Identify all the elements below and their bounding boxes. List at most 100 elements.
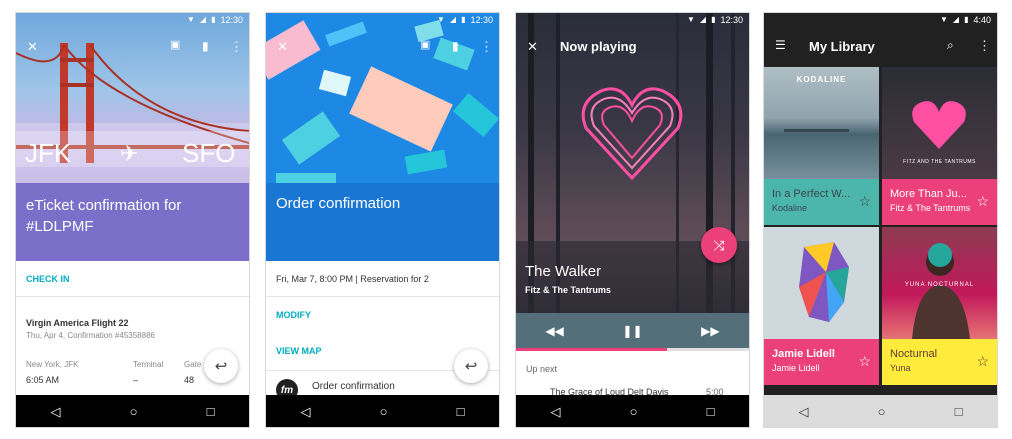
album-meta: In a Perfect W... Kodaline ☆	[764, 179, 879, 225]
back-icon[interactable]: ◁	[551, 405, 561, 418]
archive-icon[interactable]: ▣	[170, 40, 180, 51]
cover-text: FITZ AND THE TANTRUMS	[903, 159, 976, 165]
close-icon[interactable]: ✕	[27, 40, 38, 53]
battery-icon: ▮	[211, 15, 216, 24]
title-panel: eTicket confirmation for #LDLPMF	[16, 183, 249, 261]
check-in-button[interactable]: CHECK IN	[26, 274, 70, 284]
album-meta: Jamie Lidell Jamie Lidell ☆	[764, 339, 879, 385]
album-tile[interactable]: YUNA NOCTURNAL Nocturnal Yuna ☆	[882, 227, 997, 385]
phone-now-playing: ▼ ◢ ▮ 12:30 ✕ Now playing The Walker Fit…	[516, 13, 749, 427]
polygon-head-art	[799, 242, 849, 322]
recents-icon[interactable]: □	[707, 405, 715, 418]
nav-bar: ◁ ○ □	[516, 395, 749, 427]
pause-icon[interactable]: ❚❚	[622, 324, 642, 338]
tickets-illustration	[266, 19, 499, 183]
search-icon[interactable]: ⌕	[947, 39, 954, 51]
album-tile[interactable]: KODALINE In a Perfect W... Kodaline ☆	[764, 67, 879, 225]
album-title: Jamie Lidell	[772, 348, 835, 360]
shuffle-icon: ⤨	[713, 236, 725, 253]
signal-icon: ◢	[449, 15, 457, 24]
toolbar-title: My Library	[809, 39, 875, 54]
album-title: Nocturnal	[890, 348, 938, 360]
view-map-button[interactable]: VIEW MAP	[276, 346, 322, 356]
delete-icon[interactable]: ▮	[202, 40, 209, 52]
album-tile[interactable]: Jamie Lidell Jamie Lidell ☆	[764, 227, 879, 385]
header-illustration	[266, 13, 499, 183]
star-icon[interactable]: ☆	[858, 353, 871, 370]
playback-controls: ◀◀ ❚❚ ▶▶	[516, 313, 749, 349]
flight-name: Virgin America Flight 22	[26, 318, 129, 328]
close-icon[interactable]: ✕	[527, 40, 538, 53]
title-panel: Order confirmation	[266, 183, 499, 261]
archive-icon[interactable]: ▣	[420, 40, 430, 51]
cover-text: YUNA NOCTURNAL	[904, 282, 975, 288]
status-time: 4:40	[973, 15, 991, 25]
shuffle-button[interactable]: ⤨	[701, 227, 737, 263]
modify-button[interactable]: MODIFY	[276, 310, 311, 320]
signal-icon: ◢	[199, 15, 207, 24]
home-icon[interactable]: ○	[878, 405, 886, 418]
home-icon[interactable]: ○	[130, 405, 138, 418]
progress-track[interactable]	[516, 348, 749, 351]
fast-forward-icon[interactable]: ▶▶	[701, 324, 719, 338]
gate-value: 48	[184, 375, 195, 385]
up-next-label: Up next	[526, 364, 558, 374]
status-bar: ▼ ◢ ▮ 12:30	[516, 13, 749, 27]
album-cover	[764, 227, 879, 339]
terminal-value: –	[133, 375, 139, 385]
battery-icon: ▮	[964, 15, 969, 24]
phone-eticket: ▼ ◢ ▮ 12:30 ✕ ▣ ▮ ⋮ JFK ✈ SFO eTicket co…	[16, 13, 249, 427]
home-icon[interactable]: ○	[630, 405, 638, 418]
album-meta: More Than Ju... Fitz & The Tantrums ☆	[882, 179, 997, 225]
star-icon[interactable]: ☆	[976, 353, 989, 370]
more-icon[interactable]: ⋮	[230, 40, 243, 53]
album-cover: FITZ AND THE TANTRUMS	[882, 67, 997, 179]
album-artist: Kodaline	[772, 203, 808, 213]
album-artist: Fitz & The Tantrums	[890, 203, 971, 213]
status-bar: ▼ ◢ ▮ 12:30	[266, 13, 499, 27]
back-icon[interactable]: ◁	[51, 405, 61, 418]
recents-icon[interactable]: □	[207, 405, 215, 418]
page-title: eTicket confirmation for #LDLPMF	[26, 197, 182, 235]
nav-bar: ◁ ○ □	[764, 395, 997, 427]
nav-bar: ◁ ○ □	[266, 395, 499, 427]
departure-label: New York, JFK	[26, 360, 79, 369]
reply-button[interactable]: ↩	[454, 349, 488, 383]
signal-icon: ◢	[952, 15, 960, 24]
wifi-icon: ▼	[436, 15, 445, 24]
recents-icon[interactable]: □	[955, 405, 963, 418]
reservation-info: Fri, Mar 7, 8:00 PM | Reservation for 2	[276, 274, 429, 284]
status-bar: ▼ ◢ ▮ 4:40	[764, 13, 997, 27]
close-icon[interactable]: ✕	[277, 40, 288, 53]
flight-subtitle: Thu, Apr 4, Confirmation #45358886	[26, 331, 155, 340]
album-tile[interactable]: FITZ AND THE TANTRUMS More Than Ju... Fi…	[882, 67, 997, 225]
departure-time: 6:05 AM	[26, 375, 60, 385]
back-icon[interactable]: ◁	[799, 405, 809, 418]
menu-icon[interactable]: ☰	[775, 39, 786, 51]
album-title: In a Perfect W...	[772, 188, 851, 200]
status-time: 12:30	[470, 15, 493, 25]
wifi-icon: ▼	[186, 15, 195, 24]
star-icon[interactable]: ☆	[976, 193, 989, 210]
artist-name: Fitz & The Tantrums	[525, 285, 611, 295]
home-icon[interactable]: ○	[380, 405, 388, 418]
battery-icon: ▮	[461, 15, 466, 24]
more-icon[interactable]: ⋮	[480, 40, 493, 53]
back-icon[interactable]: ◁	[301, 405, 311, 418]
wifi-icon: ▼	[686, 15, 695, 24]
reply-button[interactable]: ↩	[204, 349, 238, 383]
more-icon[interactable]: ⋮	[978, 39, 991, 52]
divider	[16, 296, 249, 297]
battery-icon: ▮	[711, 15, 716, 24]
gate-label: Gate	[184, 360, 202, 369]
recents-icon[interactable]: □	[457, 405, 465, 418]
album-title: More Than Ju...	[890, 188, 967, 200]
star-icon[interactable]: ☆	[858, 193, 871, 210]
reply-icon: ↩	[464, 358, 478, 375]
nav-bar: ◁ ○ □	[16, 395, 249, 427]
rewind-icon[interactable]: ◀◀	[545, 324, 563, 338]
divider	[266, 296, 499, 297]
delete-icon[interactable]: ▮	[452, 40, 459, 52]
album-artist: Jamie Lidell	[772, 363, 820, 373]
album-cover: YUNA NOCTURNAL	[882, 227, 997, 339]
